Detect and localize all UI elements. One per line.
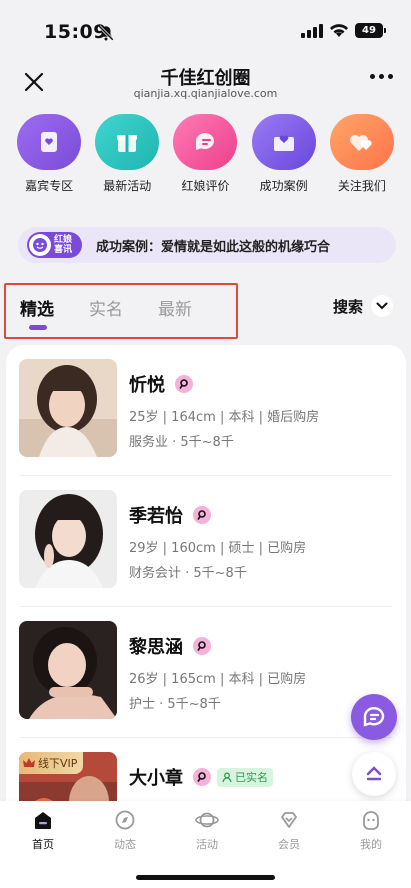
profile-occupation: 财务会计 · 5千~8千 [129, 566, 247, 581]
location-icon [175, 375, 193, 393]
quick-actions: 嘉宾专区 最新活动 红娘评价 成功案例 关注我们 [0, 114, 411, 204]
profile-name: 季若怡 [129, 506, 183, 527]
avatar [19, 359, 117, 457]
quick-action-follow-us[interactable]: 关注我们 [327, 114, 397, 204]
avatar: 线下VIP [19, 752, 117, 801]
profile-details: 26岁 | 165cm | 本科 | 已购房 [129, 672, 307, 687]
tab-verified[interactable]: 实名 [89, 295, 123, 320]
home-indicator [136, 875, 275, 880]
profile-card[interactable]: 黎思涵 26岁 | 165cm | 本科 | 已购房 护士 · 5千~8千 [6, 607, 406, 738]
location-icon [193, 768, 211, 786]
avatar [19, 490, 117, 588]
profile-name: 大小章 [129, 768, 183, 789]
quick-action-label: 最新活动 [103, 179, 152, 193]
nav-membership[interactable]: 会员 [259, 809, 319, 852]
chevron-down-icon [371, 295, 393, 317]
nav-label: 首页 [32, 838, 54, 851]
nav-header: 千佳红创圈 qianjia.xq.qianjialove.com [0, 60, 411, 104]
tab-indicator [29, 325, 47, 330]
quick-action-latest-events[interactable]: 最新活动 [92, 114, 162, 204]
quick-action-matchmaker-reviews[interactable]: 红娘评价 [170, 114, 240, 204]
notice-badge-label: 红娘喜讯 [54, 235, 73, 255]
profile-details: 25岁 | 164cm | 本科 | 婚后购房 [129, 410, 320, 425]
crown-icon [23, 758, 35, 767]
chat-fab-button[interactable] [351, 694, 397, 740]
nav-label: 动态 [114, 838, 136, 851]
bell-muted-icon [98, 25, 114, 41]
location-icon [193, 506, 211, 524]
card-icon [17, 114, 82, 170]
profile-card[interactable]: 季若怡 29岁 | 160cm | 硕士 | 已购房 财务会计 · 5千~8千 [6, 476, 406, 607]
mascot-icon [29, 234, 51, 256]
more-icon[interactable] [370, 74, 393, 79]
quick-action-label: 成功案例 [259, 179, 308, 193]
heart-icon [329, 114, 394, 170]
search-label: 搜索 [332, 297, 363, 316]
quick-action-label: 嘉宾专区 [25, 179, 74, 193]
status-bar: 15:09 49 [0, 0, 411, 60]
quick-action-guest-zone[interactable]: 嘉宾专区 [14, 114, 84, 204]
notice-badge: 红娘喜讯 [27, 232, 82, 258]
vip-tag: 线下VIP [19, 752, 84, 774]
user-check-icon [222, 772, 232, 782]
tab-newest[interactable]: 最新 [158, 295, 192, 320]
profile-details: 29岁 | 160cm | 硕士 | 已购房 [129, 541, 307, 556]
profile-name: 忻悦 [129, 375, 165, 396]
quick-action-success-cases[interactable]: 成功案例 [249, 114, 319, 204]
planet-icon [195, 812, 219, 828]
nav-label: 会员 [278, 838, 300, 851]
avatar [19, 621, 117, 719]
gift-icon [95, 114, 160, 170]
nav-label: 我的 [360, 838, 382, 851]
profile-card[interactable]: 忻悦 25岁 | 164cm | 本科 | 婚后购房 服务业 · 5千~8千 [6, 345, 406, 476]
status-icons: 49 [301, 23, 386, 38]
vip-tag-label: 线下VIP [38, 757, 78, 770]
home-icon [35, 812, 51, 829]
battery-icon: 49 [355, 23, 386, 38]
nav-feed[interactable]: 动态 [95, 809, 155, 852]
profile-list: 忻悦 25岁 | 164cm | 本科 | 婚后购房 服务业 · 5千~8千 季… [6, 345, 406, 801]
quick-action-label: 红娘评价 [181, 179, 230, 193]
chat-bubble-icon [363, 707, 385, 727]
profile-icon [363, 811, 379, 830]
filter-tabs: 精选 实名 最新 搜索 [0, 283, 411, 339]
wifi-icon [330, 24, 348, 37]
nav-home[interactable]: 首页 [13, 809, 73, 852]
quick-action-label: 关注我们 [337, 179, 386, 193]
tab-featured[interactable]: 精选 [20, 295, 54, 320]
page-url: qianjia.xq.qianjialove.com [133, 87, 278, 100]
nav-events[interactable]: 活动 [177, 809, 237, 852]
back-to-top-button[interactable] [352, 752, 396, 796]
chat-icon [173, 114, 238, 170]
notice-text: 成功案例：爱情就是如此这般的机缘巧合 [96, 239, 331, 255]
double-chevron-up-icon [366, 766, 382, 781]
profile-name: 黎思涵 [129, 637, 183, 658]
compass-icon [115, 810, 135, 830]
location-icon [193, 637, 211, 655]
announcement-banner[interactable]: 红娘喜讯 成功案例：爱情就是如此这般的机缘巧合 [18, 227, 396, 263]
profile-occupation: 护士 · 5千~8千 [129, 697, 221, 712]
profile-card[interactable]: 线下VIP 大小章 已实名 [6, 738, 406, 801]
profile-occupation: 服务业 · 5千~8千 [129, 435, 234, 450]
verified-badge: 已实名 [217, 767, 273, 787]
search-button[interactable]: 搜索 [333, 295, 393, 317]
nav-profile[interactable]: 我的 [341, 809, 401, 852]
nav-label: 活动 [196, 838, 218, 851]
diamond-icon [281, 812, 297, 828]
verified-label: 已实名 [235, 771, 268, 784]
signal-icon [301, 23, 323, 38]
envelope-heart-icon [251, 114, 316, 170]
